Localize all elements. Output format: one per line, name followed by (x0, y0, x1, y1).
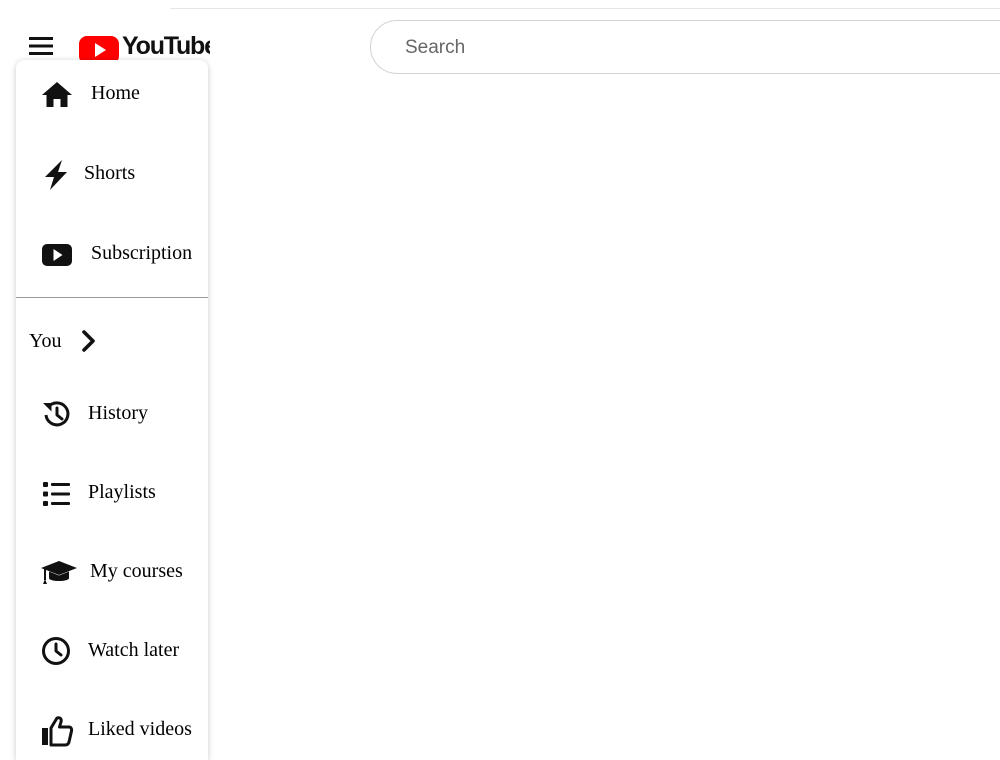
clock-icon (40, 635, 74, 669)
sidebar-item-label: Playlists (88, 481, 156, 503)
sidebar-item-home[interactable]: Home (16, 70, 208, 130)
sidebar-item-subscription[interactable]: Subscription (16, 230, 208, 290)
sidebar-item-my-courses[interactable]: My courses (16, 548, 208, 608)
list-icon (40, 477, 74, 511)
sidebar-item-liked-videos[interactable]: Liked videos (16, 706, 208, 760)
top-border-line (170, 8, 1000, 9)
graduation-cap-icon (40, 556, 78, 590)
sidebar-item-you[interactable]: You (16, 322, 208, 362)
search-input[interactable] (403, 33, 987, 63)
sidebar-item-playlists[interactable]: Playlists (16, 469, 208, 529)
search-bar[interactable] (370, 20, 1000, 74)
logo-text: YouTube (122, 32, 210, 60)
sidebar-menu: Home Shorts Subscription You History Pla… (16, 60, 208, 760)
sidebar-item-history[interactable]: History (16, 390, 208, 450)
sidebar-item-watch-later[interactable]: Watch later (16, 627, 208, 687)
lightning-bolt-icon (40, 158, 74, 192)
sidebar-divider (16, 297, 208, 298)
sidebar-item-label: My courses (90, 560, 183, 582)
sidebar-item-label: Home (91, 82, 140, 104)
sidebar-item-label: Subscription (91, 242, 193, 264)
chevron-right-icon (78, 327, 100, 355)
sidebar-item-label: Liked videos (88, 718, 192, 740)
thumbs-up-icon (40, 714, 74, 748)
sidebar-item-label: History (88, 402, 148, 424)
history-icon (40, 398, 74, 432)
sidebar-item-label: Watch later (88, 639, 180, 661)
hamburger-menu-icon[interactable] (27, 34, 55, 58)
sidebar-item-label: Shorts (84, 162, 136, 184)
home-icon (40, 78, 74, 112)
play-box-icon (40, 238, 74, 272)
sidebar-section-title: You (29, 330, 62, 352)
sidebar-item-shorts[interactable]: Shorts (16, 150, 208, 210)
